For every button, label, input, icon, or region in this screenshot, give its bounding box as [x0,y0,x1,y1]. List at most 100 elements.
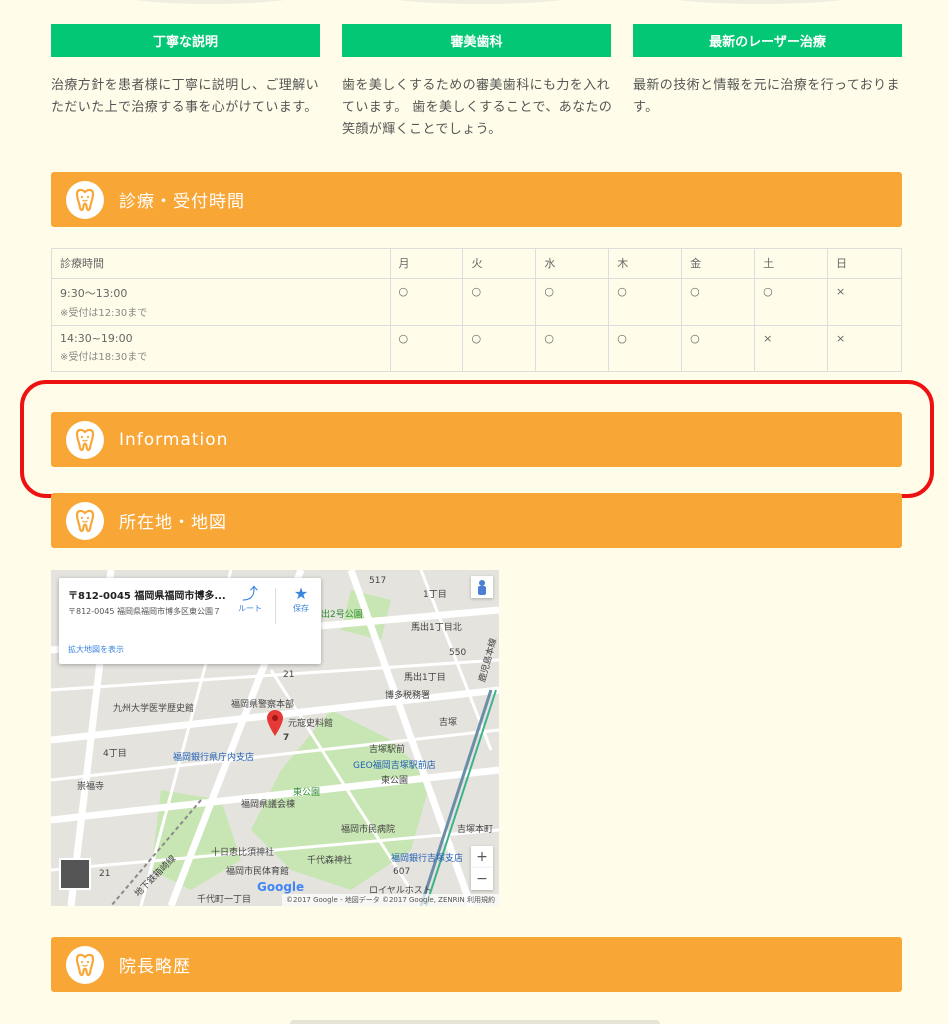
map-label-chome4: 4丁目 [103,749,127,759]
tooth-icon [66,945,104,984]
hours-col-time: 診療時間 [51,248,391,279]
map-card-title: 〒812-0045 福岡県福岡市博多... [68,591,226,602]
hours-note: ※受付は12:30まで [60,308,148,319]
hours-table: 診療時間 月 火 水 木 金 土 日 9:30～13:00 ※受付は12:30まで… [51,248,903,372]
larger-map-link[interactable]: 拡大地図を表示 [68,644,124,655]
feature-label-aesthetic: 審美歯科 [342,24,611,57]
google-map[interactable]: 〒812-0045 福岡県福岡市博多... 〒812-0045 福岡県福岡市博多… [51,570,499,906]
hours-mark: ○ [535,325,610,372]
hours-table-header-row: 診療時間 月 火 水 木 金 土 日 [51,248,903,279]
feature-text-explanation: 治療方針を患者様に丁寧に説明し、ご理解いただいた上で治療する事を心がけています。 [51,78,320,115]
map-label-kyushu-museum: 九州大学医学歴史館 [113,704,195,714]
map-label-yoshizuka-st: 吉塚駅前 [369,745,406,755]
table-row: 14:30~19:00 ※受付は18:30まで ○ ○ ○ ○ ○ × × [51,325,903,372]
section-profile-header: 院長略歴 [51,937,902,992]
feature-text-aesthetic: 歯を美しくするための審美歯科にも力を入れています。 歯を美しくすることで、あなた… [342,78,613,137]
map-road-21b: 21 [99,869,111,879]
hours-time-cell: 14:30~19:00 ※受付は18:30まで [51,325,391,372]
map-label-tokaebisu: 十日恵比須神社 [211,848,275,858]
map-label-mazeshi1: 馬出1丁目北 [411,623,462,633]
map-attribution[interactable]: ©2017 Google - 地図データ ©2017 Google, ZENRI… [282,894,499,906]
section-profile-title: 院長略歴 [119,957,191,977]
zoom-in-button[interactable]: + [471,846,493,868]
map-label-assembly: 福岡県議会棟 [241,800,296,810]
feature-label-explanation: 丁寧な説明 [51,24,320,57]
save-button[interactable]: ★ 保存 [281,585,321,614]
map-label-gym: 福岡市民体育館 [226,867,290,877]
hours-mark: ○ [608,325,683,372]
hours-time: 14:30~19:00 [60,332,133,345]
hours-mark: ○ [681,325,756,372]
tooth-icon [66,501,104,540]
hours-col-sun: 日 [826,248,903,279]
google-logo: Google [257,880,305,894]
hours-mark: ○ [754,278,828,326]
hours-col-mon: 月 [389,248,464,279]
hours-mark: × [754,325,828,372]
street-view-pegman[interactable] [471,576,493,598]
map-label-higashi-park: 東公園 [293,788,321,798]
map-label-sofukuji: 崇福寺 [77,782,105,792]
map-label-police: 福岡県警察本部 [231,700,295,710]
directions-icon: ⤴ [241,584,258,603]
section-location-header: 所在地・地図 [51,493,902,548]
feature-image-edge-1 [110,0,310,4]
hours-mark: ○ [681,278,756,326]
map-label-genko: 元寇史料館 [288,719,334,729]
feature-text-laser: 最新の技術と情報を元に治療を行っております。 [633,78,900,115]
map-card-address: 〒812-0045 福岡県福岡市博多区東公園７ [68,607,222,616]
hours-mark: × [826,278,903,326]
feature-label-laser: 最新のレーザー治療 [633,24,902,57]
highlight-outline [20,380,934,498]
star-icon: ★ [293,584,309,603]
map-label-geo: GEO福岡吉塚駅前店 [353,761,436,771]
hours-mark: ○ [535,278,610,326]
map-label-bank-branch: 福岡銀行県庁内支店 [173,753,255,763]
hours-col-thu: 木 [608,248,683,279]
hours-col-wed: 水 [535,248,610,279]
map-road-550: 550 [449,648,467,658]
map-road-517: 517 [369,576,387,586]
hours-mark: ○ [462,325,537,372]
map-label-mazeshi2: 馬出1丁目 [404,673,446,683]
map-label-park2: 出2号公園 [321,610,363,620]
tooth-icon [66,180,104,219]
feature-image-edge-2 [370,0,590,4]
map-label-yoshizuka: 吉塚 [439,718,458,728]
map-marker-number: 7 [283,733,290,743]
save-label: 保存 [293,604,309,613]
map-label-chiyomori: 千代森神社 [307,856,353,866]
hours-mark: ○ [389,278,464,326]
satellite-toggle[interactable] [59,858,91,890]
section-hours-title: 診療・受付時間 [119,192,245,212]
hours-col-fri: 金 [681,248,756,279]
map-label-tax: 博多税務署 [385,691,431,701]
profile-image-edge [290,1020,660,1024]
hours-time: 9:30～13:00 [60,287,128,300]
map-label-higashi-koen2: 東公園 [381,776,409,786]
hours-mark: ○ [389,325,464,372]
table-row: 9:30～13:00 ※受付は12:30まで ○ ○ ○ ○ ○ ○ × [51,278,903,326]
hours-mark: ○ [608,278,683,326]
zoom-out-button[interactable]: − [471,868,493,890]
map-info-card: 〒812-0045 福岡県福岡市博多... 〒812-0045 福岡県福岡市博多… [59,578,321,664]
map-label-chiyo: 千代町一丁目 [197,895,252,905]
map-label-yoshizuka-bank: 福岡銀行吉塚支店 [391,854,464,864]
hours-mark: × [826,325,903,372]
hours-mark: ○ [462,278,537,326]
hours-col-tue: 火 [462,248,537,279]
feature-image-edge-3 [650,0,870,4]
map-road-607: 607 [393,867,411,877]
map-label-hospital: 福岡市民病院 [341,825,396,835]
hours-col-sat: 土 [754,248,828,279]
map-marker-pin[interactable] [267,710,283,740]
section-location-title: 所在地・地図 [119,513,227,533]
directions-label: ルート [238,604,262,613]
section-hours-header: 診療・受付時間 [51,172,902,227]
map-label-yoshizuka-honmachi: 吉塚本町 [457,825,494,835]
map-road-21: 21 [283,670,295,680]
map-label-chome1: 1丁目 [423,590,447,600]
directions-button[interactable]: ⤴ ルート [230,585,270,614]
card-divider [275,588,276,624]
hours-note: ※受付は18:30まで [60,352,148,363]
